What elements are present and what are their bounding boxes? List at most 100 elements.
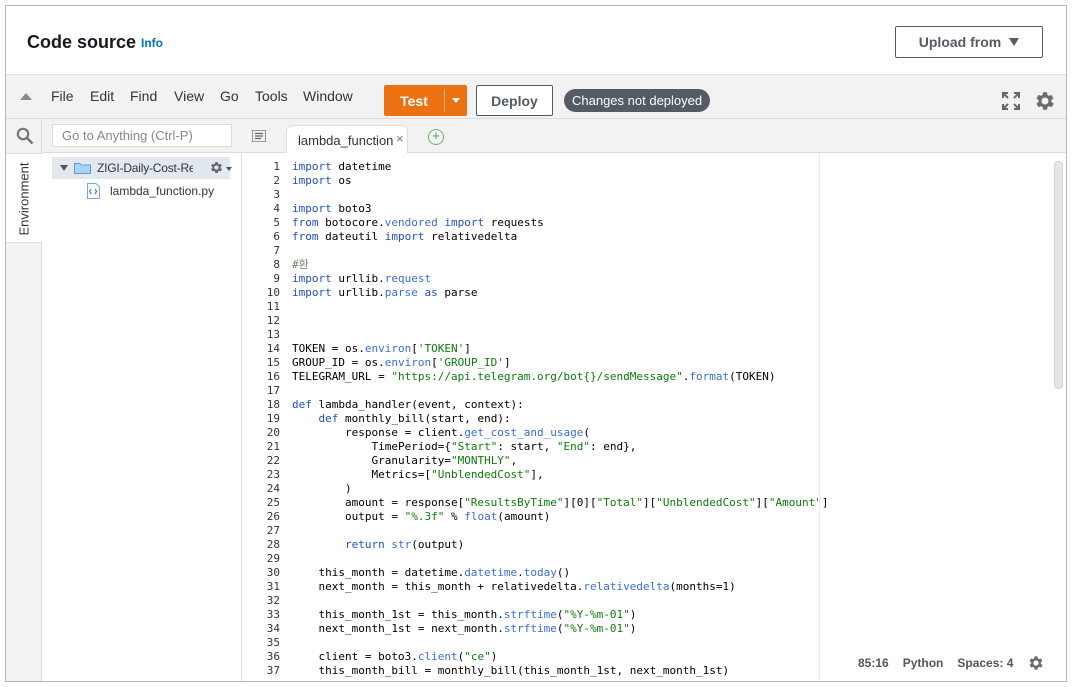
gear-icon[interactable] <box>209 160 224 175</box>
code-line[interactable]: output = "%.3f" % float(amount) <box>292 510 550 524</box>
line-number: 3 <box>273 188 280 201</box>
line-number: 7 <box>273 244 280 257</box>
gear-icon[interactable] <box>1027 654 1045 672</box>
line-number: 16 <box>266 370 280 383</box>
new-tab-icon[interactable]: + <box>428 129 444 145</box>
go-to-anything-input[interactable] <box>52 124 232 147</box>
line-number: 10 <box>266 286 280 299</box>
vertical-scrollbar[interactable] <box>1054 161 1063 389</box>
code-line[interactable]: def lambda_handler(event, context): <box>292 398 524 412</box>
code-line[interactable]: import os <box>292 174 352 188</box>
code-line[interactable]: amount = response["ResultsByTime"][0]["T… <box>292 496 829 510</box>
code-line[interactable]: def monthly_bill(start, end): <box>292 412 511 426</box>
tree-file-row[interactable]: lambda_function.py <box>86 182 214 200</box>
menu-go[interactable]: Go <box>220 88 239 104</box>
line-number-gutter: 1 2 3 4 5 6 7 8 9 10 11 12 13 14 15 16 17 18 19 20 21 22 23 24 2… <box>242 153 288 681</box>
line-number: 31 <box>266 580 280 593</box>
code-editor[interactable]: 1 2 3 4 5 6 7 8 9 10 11 12 13 14 15 16 17 18 19 20 21 22 23 24 2… <box>242 153 1066 681</box>
code-line[interactable]: import boto3 <box>292 202 372 216</box>
code-line[interactable]: response = client.get_cost_and_usage( <box>292 426 590 440</box>
code-line[interactable]: import urllib.parse as parse <box>292 286 477 300</box>
test-dropdown-button[interactable] <box>445 85 467 116</box>
code-line[interactable]: client = boto3.client("ce") <box>292 650 497 664</box>
code-line[interactable]: this_month_bill = monthly_bill(this_mont… <box>292 664 729 678</box>
code-line[interactable]: this_month_1st = this_month.strftime("%Y… <box>292 608 636 622</box>
code-line[interactable]: import urllib.request <box>292 272 431 286</box>
deploy-button[interactable]: Deploy <box>476 85 553 116</box>
code-line[interactable]: from dateutil import relativedelta <box>292 230 517 244</box>
test-button-label: Test <box>400 92 428 109</box>
editor-status-bar: 85:16 Python Spaces: 4 <box>858 650 1066 676</box>
code-line[interactable]: #환 <box>292 258 309 272</box>
line-number: 23 <box>266 468 280 481</box>
line-number: 21 <box>266 440 280 453</box>
menu-tools[interactable]: Tools <box>255 88 288 104</box>
code-source-panel: Code source Info Upload from File Edit F… <box>5 5 1067 682</box>
line-number: 33 <box>266 608 280 621</box>
tree-folder-row[interactable]: ZIGI-Daily-Cost-Rep <box>52 157 232 179</box>
menu-edit[interactable]: Edit <box>90 88 114 104</box>
line-number: 11 <box>266 300 280 313</box>
tab-environment[interactable]: Environment <box>6 153 42 243</box>
folder-icon <box>74 163 91 174</box>
line-number: 25 <box>266 496 280 509</box>
line-number: 2 <box>273 174 280 187</box>
line-number: 27 <box>266 524 280 537</box>
menu-view[interactable]: View <box>174 88 204 104</box>
tab-label: lambda_function <box>298 133 394 148</box>
code-line[interactable]: return str(output) <box>292 538 464 552</box>
code-line[interactable]: Granularity="MONTHLY", <box>292 454 517 468</box>
test-button[interactable]: Test <box>384 85 467 116</box>
code-line[interactable]: TOKEN = os.environ['TOKEN'] <box>292 342 471 356</box>
line-number: 32 <box>266 594 280 607</box>
line-number: 20 <box>266 426 280 439</box>
cursor-position[interactable]: 85:16 <box>858 656 889 670</box>
editor-tab-bar: lambda_function × + <box>242 119 1066 154</box>
code-line[interactable]: this_month = datetime.datetime.today() <box>292 566 570 580</box>
page-title: Code source <box>27 32 137 52</box>
code-area[interactable]: import datetime import os import boto3 from… <box>292 153 1062 681</box>
tab-lambda-function[interactable]: lambda_function × <box>286 125 408 154</box>
line-number: 15 <box>266 356 280 369</box>
upload-from-button[interactable]: Upload from <box>895 26 1043 58</box>
line-number: 26 <box>266 510 280 523</box>
line-number: 37 <box>266 664 280 677</box>
line-number: 14 <box>266 342 280 355</box>
caret-down-icon[interactable] <box>226 167 232 171</box>
line-number: 6 <box>273 230 280 243</box>
fullscreen-icon[interactable] <box>1002 92 1020 110</box>
code-line[interactable]: next_month = this_month + relativedelta.… <box>292 580 735 594</box>
caret-down-icon[interactable] <box>60 165 68 171</box>
side-tab-strip: Environment <box>6 119 42 681</box>
python-file-icon <box>87 183 100 199</box>
indent-setting[interactable]: Spaces: 4 <box>957 656 1013 670</box>
code-line[interactable]: TELEGRAM_URL = "https://api.telegram.org… <box>292 370 775 384</box>
code-line[interactable]: Metrics=["UnblendedCost"], <box>292 468 543 482</box>
tab-list-icon[interactable] <box>252 130 266 142</box>
code-line[interactable]: TimePeriod={"Start": start, "End": end}, <box>292 440 636 454</box>
search-icon[interactable] <box>16 127 34 145</box>
menu-window[interactable]: Window <box>303 88 353 104</box>
line-number: 19 <box>266 412 280 425</box>
line-number: 36 <box>266 650 280 663</box>
line-number: 18 <box>266 398 280 411</box>
close-icon[interactable]: × <box>396 131 404 146</box>
code-line[interactable]: GROUP_ID = os.environ['GROUP_ID'] <box>292 356 511 370</box>
code-line[interactable]: ) <box>292 482 352 496</box>
folder-name: ZIGI-Daily-Cost-Rep <box>97 161 193 175</box>
line-number: 29 <box>266 552 280 565</box>
caret-down-icon <box>452 98 460 103</box>
menu-find[interactable]: Find <box>130 88 157 104</box>
info-link[interactable]: Info <box>141 36 163 50</box>
code-line[interactable]: import datetime <box>292 160 391 174</box>
line-number: 35 <box>266 636 280 649</box>
file-name: lambda_function.py <box>110 184 215 198</box>
code-line[interactable]: next_month_1st = next_month.strftime("%Y… <box>292 622 636 636</box>
menu-file[interactable]: File <box>51 88 74 104</box>
line-number: 34 <box>266 622 280 635</box>
gear-icon[interactable] <box>1033 89 1057 113</box>
language-mode[interactable]: Python <box>903 656 944 670</box>
file-tree-panel <box>42 119 242 681</box>
collapse-up-icon[interactable] <box>20 93 32 100</box>
code-line[interactable]: from botocore.vendored import requests <box>292 216 544 230</box>
